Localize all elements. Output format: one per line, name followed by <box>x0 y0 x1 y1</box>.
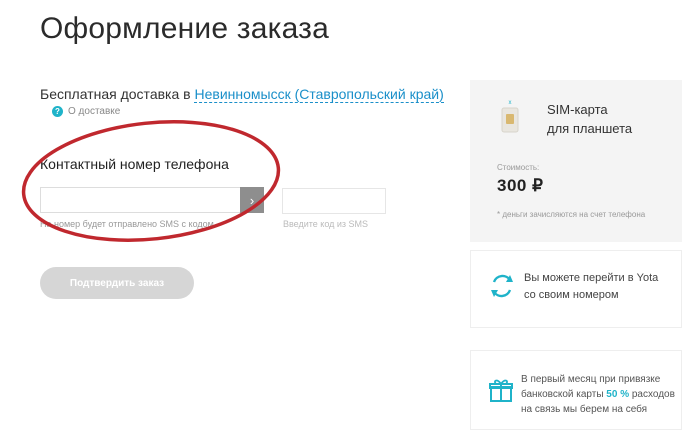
bank-line1: В первый месяц при привязке <box>521 374 661 385</box>
bank-line2-prefix: банковской карты <box>521 389 607 400</box>
bank-line3: на связь мы берем на себя <box>521 404 648 415</box>
price-label: Стоимость: <box>497 163 540 172</box>
bank-offer-text: В первый месяц при привязке банковской к… <box>521 372 675 417</box>
switch-line1: Вы можете перейти в Yota <box>524 272 659 284</box>
product-title: SIM-карта для планшета <box>547 100 632 138</box>
switch-line2: со своим номером <box>524 289 619 301</box>
bank-line2: банковской карты 50 % расходов <box>521 387 675 402</box>
bank-line2-suffix: расходов <box>629 389 675 400</box>
svg-text:x: x <box>509 100 512 106</box>
bank-discount-percent: 50 % <box>606 389 630 400</box>
price-note: * деньги зачисляются на счет телефона <box>497 210 646 219</box>
product-title-line2: для планшета <box>547 121 633 136</box>
gift-icon <box>489 379 513 402</box>
price-value: 300 ₽ <box>497 176 544 195</box>
product-title-line1: SIM-карта <box>547 102 608 117</box>
switch-operator-text: Вы можете перейти в Yota со своим номеро… <box>524 270 658 304</box>
switch-arrows-icon <box>491 274 513 298</box>
sim-card-icon: x <box>501 100 519 133</box>
